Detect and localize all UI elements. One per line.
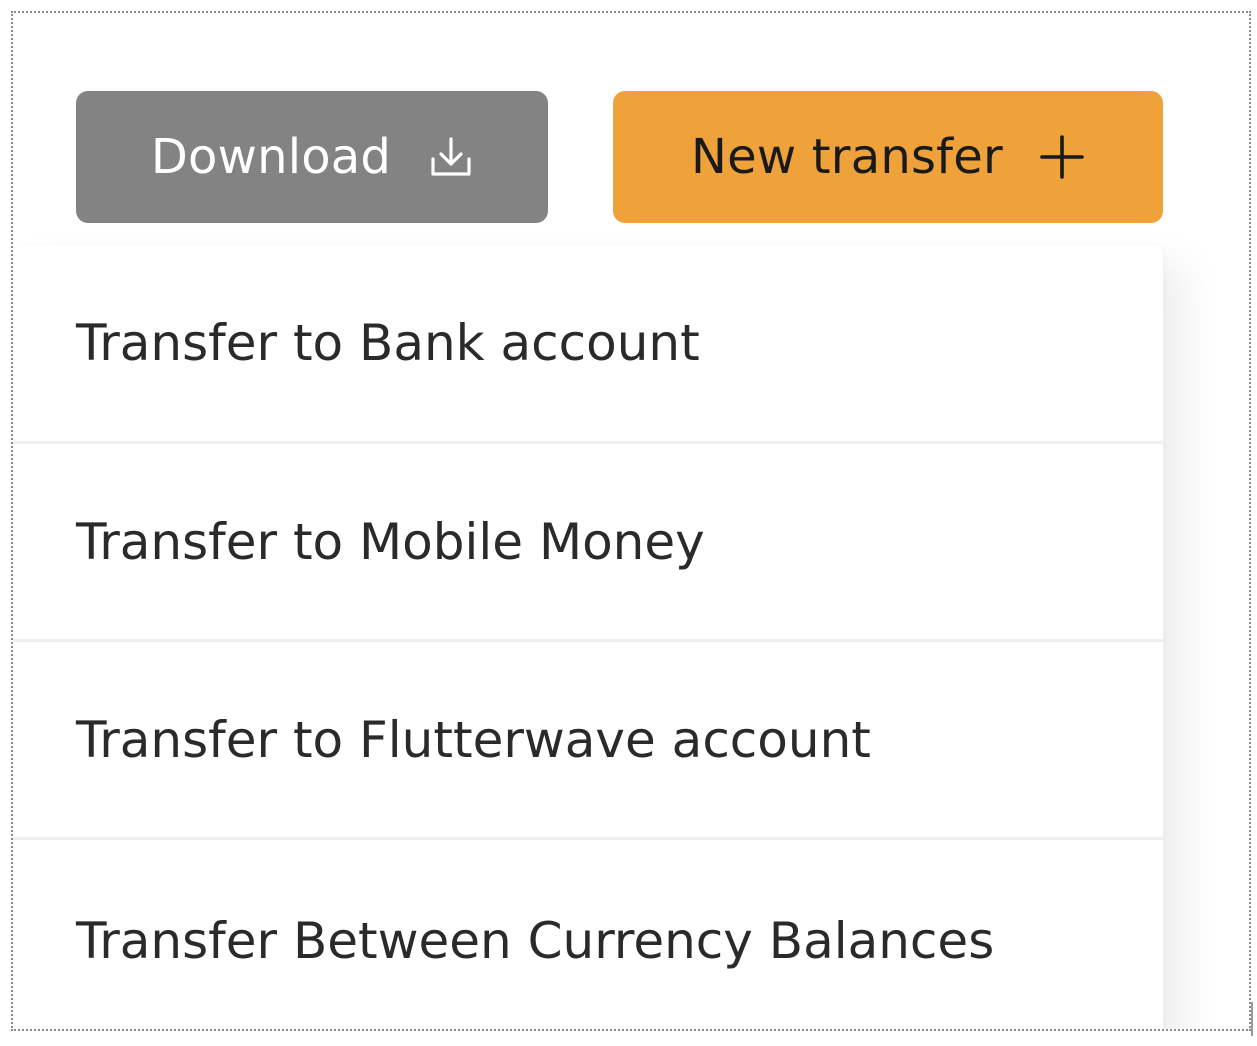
- new-transfer-dropdown-menu: Transfer to Bank account Transfer to Mob…: [13, 245, 1163, 1029]
- menu-item-label: Transfer to Flutterwave account: [76, 711, 871, 769]
- download-icon: [429, 135, 473, 179]
- plus-icon: [1039, 134, 1085, 180]
- download-button-label: Download: [150, 129, 392, 185]
- transfer-panel: Download New transfer Transfer to Bank a…: [11, 11, 1251, 1031]
- menu-item-bank-account[interactable]: Transfer to Bank account: [13, 245, 1163, 441]
- menu-item-flutterwave-account[interactable]: Transfer to Flutterwave account: [13, 642, 1163, 838]
- download-button[interactable]: Download: [76, 91, 548, 223]
- resize-handle[interactable]: [1251, 1002, 1253, 1036]
- new-transfer-button[interactable]: New transfer: [613, 91, 1163, 223]
- menu-item-label: Transfer to Bank account: [76, 314, 700, 372]
- new-transfer-button-label: New transfer: [691, 129, 1003, 185]
- menu-item-currency-balances[interactable]: Transfer Between Currency Balances: [13, 843, 1163, 1029]
- menu-item-label: Transfer to Mobile Money: [76, 513, 705, 571]
- menu-divider: [13, 837, 1163, 840]
- menu-item-label: Transfer Between Currency Balances: [76, 912, 995, 970]
- menu-item-mobile-money[interactable]: Transfer to Mobile Money: [13, 444, 1163, 640]
